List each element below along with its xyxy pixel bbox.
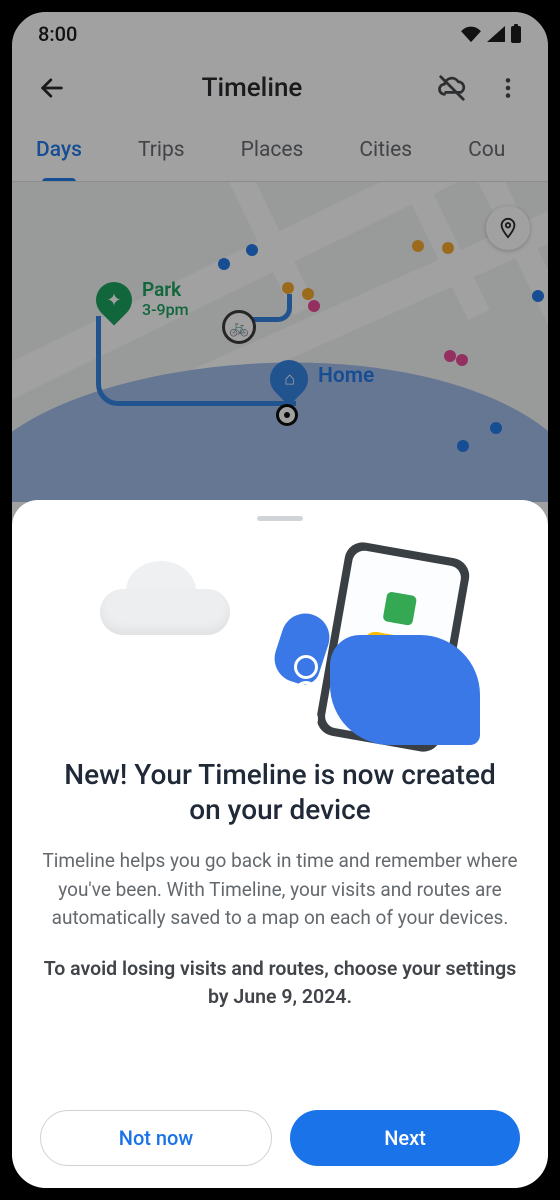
sheet-title: New! Your Timeline is now created on you… <box>46 757 514 827</box>
arrow-left-icon <box>38 74 66 102</box>
overflow-menu-button[interactable] <box>486 66 530 110</box>
status-bar: 8:00 <box>12 12 548 56</box>
sheet-illustration <box>40 531 520 741</box>
bike-waypoint-icon: 🚲 <box>222 310 256 344</box>
battery-icon <box>510 24 522 44</box>
cloud-off-icon <box>437 73 467 103</box>
sheet-actions: Not now Next <box>40 1110 520 1166</box>
status-icons <box>460 24 522 44</box>
wifi-icon <box>460 25 482 43</box>
tab-cities[interactable]: Cities <box>359 134 412 181</box>
back-button[interactable] <box>30 66 74 110</box>
more-vert-icon <box>495 75 521 101</box>
tree-icon: ✦ <box>106 290 121 311</box>
cell-signal-icon <box>486 25 506 43</box>
status-time: 8:00 <box>38 22 77 46</box>
tab-places[interactable]: Places <box>241 134 304 181</box>
sheet-warning: To avoid losing visits and routes, choos… <box>40 955 520 1012</box>
cloud-off-button[interactable] <box>430 66 474 110</box>
tab-trips[interactable]: Trips <box>138 134 185 181</box>
park-label: Park 3-9pm <box>142 280 189 318</box>
home-label: Home <box>318 364 374 388</box>
tab-bar: Days Trips Places Cities Cou <box>12 120 548 182</box>
cloud-icon <box>100 561 230 635</box>
sheet-grab-handle[interactable] <box>257 516 303 521</box>
next-button[interactable]: Next <box>290 1110 520 1166</box>
tab-countries[interactable]: Cou <box>468 134 505 181</box>
map-view[interactable]: 🚲 ✦ Park 3-9pm ⌂ Home <box>12 182 548 502</box>
current-location-dot <box>276 404 298 426</box>
onboarding-sheet: New! Your Timeline is now created on you… <box>12 500 548 1188</box>
not-now-button[interactable]: Not now <box>40 1110 272 1166</box>
sheet-description: Timeline helps you go back in time and r… <box>40 847 520 933</box>
tab-days[interactable]: Days <box>36 134 82 181</box>
home-icon: ⌂ <box>284 369 295 390</box>
page-title: Timeline <box>86 73 418 103</box>
drop-pin-button[interactable] <box>486 206 530 250</box>
hand-holding-phone-illustration <box>270 545 480 745</box>
pin-icon <box>497 217 519 239</box>
app-bar: Timeline <box>12 56 548 120</box>
